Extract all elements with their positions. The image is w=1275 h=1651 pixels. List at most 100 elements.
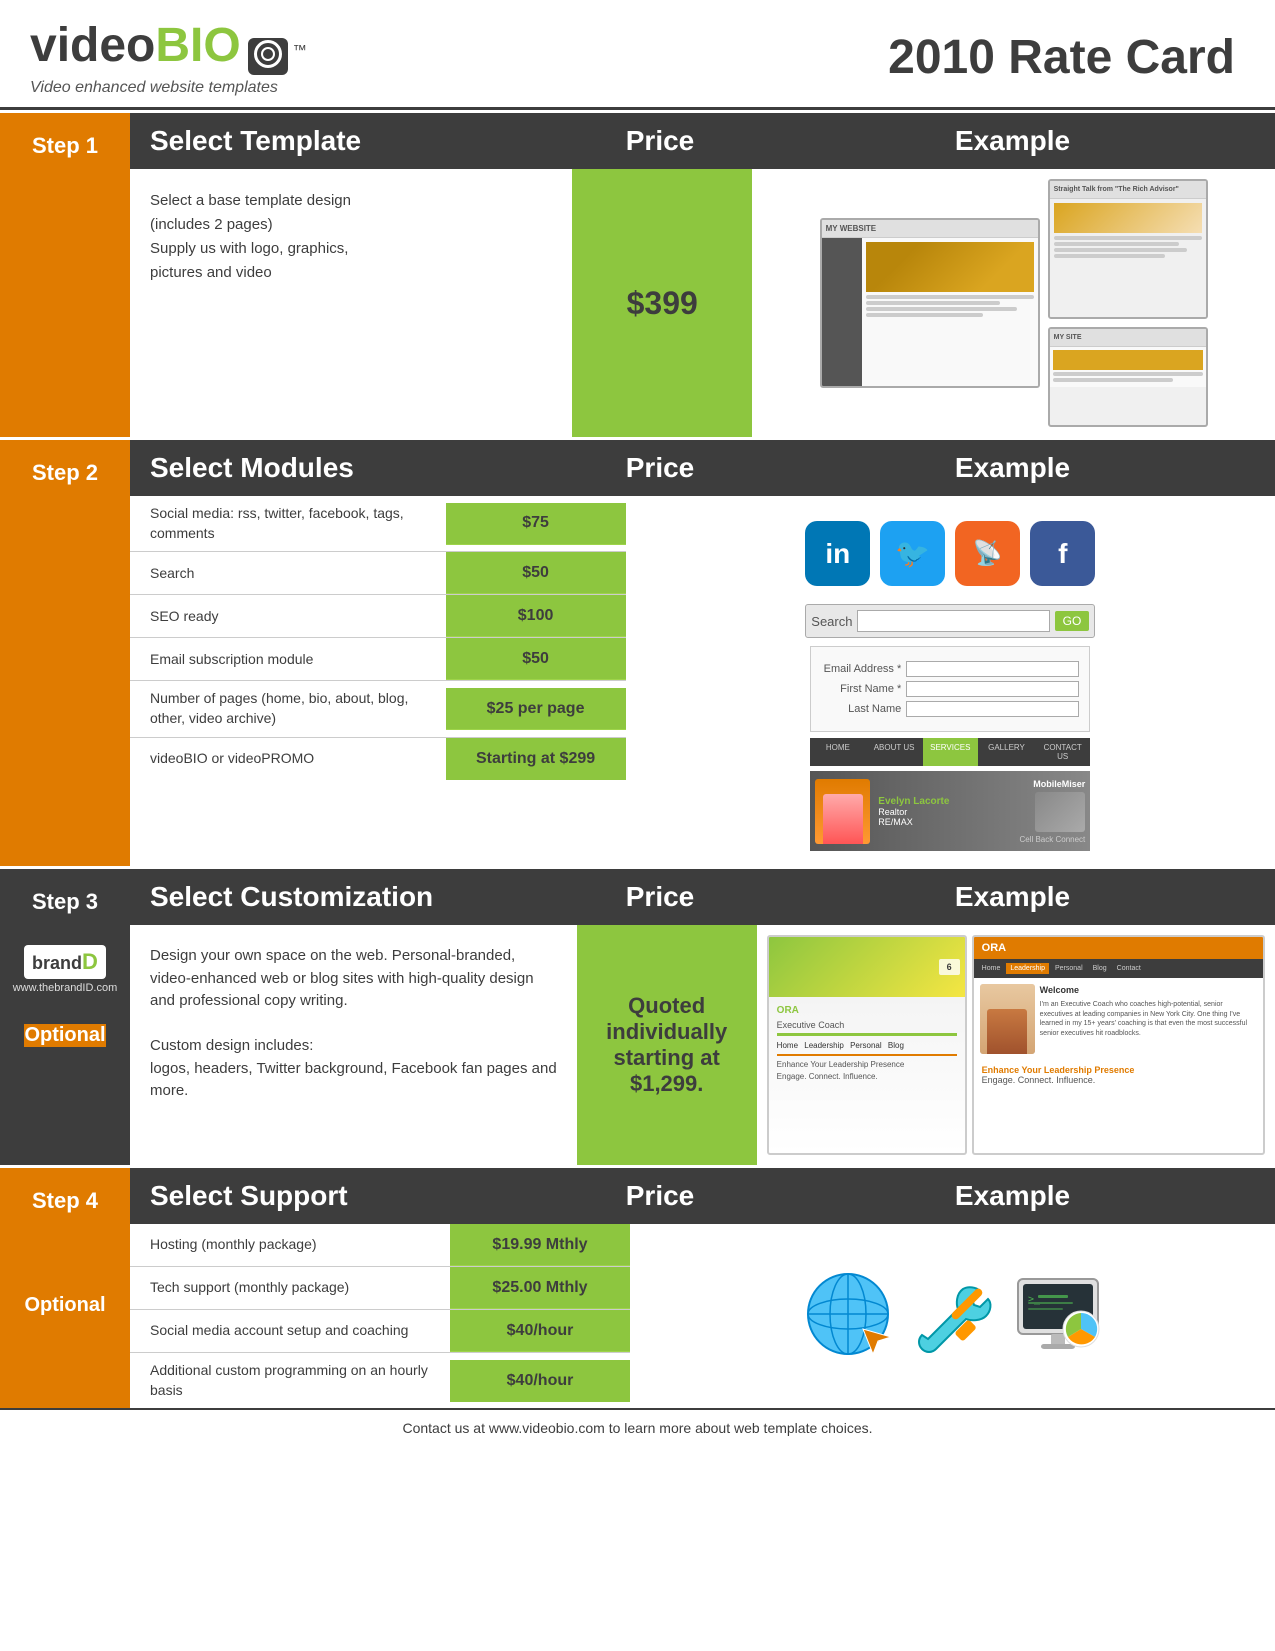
step4-row-1: Tech support (monthly package) $25.00 Mt… bbox=[130, 1267, 630, 1310]
mockup-line-2 bbox=[866, 301, 1000, 305]
mockup-header-bar: MY WEBSITE bbox=[822, 220, 1038, 238]
step2-label: Step 2 bbox=[32, 460, 98, 486]
support-icons-area: >_ bbox=[788, 1254, 1118, 1379]
person-company: RE/MAX bbox=[878, 817, 949, 827]
step2-label-col: Step 2 bbox=[0, 440, 130, 866]
mockup-s2-line-2 bbox=[1053, 378, 1173, 382]
cell-back-label: Cell Back Connect bbox=[1019, 835, 1085, 844]
step1-content-row: Select a base template design (includes … bbox=[130, 169, 1275, 437]
step4-label: Step 4 bbox=[32, 1188, 98, 1214]
step1-label: Step 1 bbox=[32, 133, 98, 159]
step3-optional: Optional bbox=[24, 1024, 105, 1047]
step2-price-3: $50 bbox=[446, 638, 626, 680]
step4-item-3: Additional custom programming on an hour… bbox=[130, 1353, 450, 1408]
coach-nav-contact: Contact bbox=[1113, 963, 1145, 974]
step4-label-col: Step 4 Optional bbox=[0, 1168, 130, 1408]
step2-price-0: $75 bbox=[446, 503, 626, 545]
coach-footer-text: Enhance Your Leadership PresenceEngage. … bbox=[974, 1060, 1263, 1090]
step3-price: Quoted individually starting at $1,299. bbox=[587, 993, 747, 1097]
person-photo bbox=[815, 779, 870, 844]
lastname-input bbox=[906, 701, 1079, 717]
ora-divider2 bbox=[777, 1054, 957, 1056]
coach-silhouette bbox=[980, 984, 1035, 1054]
step1-example-col: MY WEBSITE bbox=[752, 169, 1275, 437]
step2-main: Select Modules Price Example Social medi… bbox=[130, 440, 1275, 866]
step3-main: Select Customization Price Example Desig… bbox=[130, 869, 1275, 1165]
step3-example-col: 6 ORA Executive Coach Home Leadership Pe… bbox=[757, 925, 1275, 1165]
step2-price-2: $100 bbox=[446, 595, 626, 637]
step4-row-3: Additional custom programming on an hour… bbox=[130, 1353, 630, 1408]
step3-col-headers: Select Customization Price Example bbox=[130, 869, 1275, 925]
mockup-main-screen: MY WEBSITE bbox=[820, 218, 1040, 388]
nav-item-3: Personal bbox=[850, 1041, 882, 1050]
nav-item-2: Leadership bbox=[804, 1041, 844, 1050]
step2-row-3: Email subscription module $50 bbox=[130, 638, 626, 681]
step3-label-col: Step 3 brandD www.thebrandID.com Optiona… bbox=[0, 869, 130, 1165]
person-area: Evelyn Lacorte Realtor RE/MAX MobileMise… bbox=[815, 779, 1085, 844]
mockup-side-body-1 bbox=[1050, 199, 1206, 319]
step2-row-4: Number of pages (home, bio, about, blog,… bbox=[130, 681, 626, 737]
step4-col-headers: Select Support Price Example bbox=[130, 1168, 1275, 1224]
step3-label: Step 3 bbox=[32, 889, 98, 915]
step3-custom-includes-detail: logos, headers, Twitter background, Face… bbox=[150, 1058, 557, 1103]
step3-title: Select Customization bbox=[150, 881, 570, 913]
ora-nav: Home Leadership Personal Blog bbox=[777, 1040, 957, 1051]
page-header: videoBIO ™ Video enhanced website templa… bbox=[0, 0, 1275, 107]
mockup-side-img-1 bbox=[1054, 203, 1202, 233]
rss-symbol: 📡 bbox=[973, 539, 1003, 568]
linkedin-label: in bbox=[825, 538, 850, 570]
step2-item-3: Email subscription module bbox=[130, 642, 446, 678]
coach-nav-home: Home bbox=[978, 963, 1005, 974]
step4-items-col: Hosting (monthly package) $19.99 Mthly T… bbox=[130, 1224, 630, 1408]
step2-price-header: Price bbox=[570, 452, 750, 484]
step3-example-header: Example bbox=[750, 881, 1275, 913]
step1-desc: Select a base template design (includes … bbox=[130, 169, 572, 437]
step3-price-header: Price bbox=[570, 881, 750, 913]
mockup-line-1 bbox=[866, 295, 1034, 299]
mockup-side-line-3 bbox=[1054, 248, 1187, 252]
step4-item-1: Tech support (monthly package) bbox=[130, 1270, 450, 1306]
step1-price: $399 bbox=[627, 285, 698, 322]
step3-description: Design your own space on the web. Person… bbox=[150, 945, 557, 1013]
step2-price-5: Starting at $299 bbox=[446, 738, 626, 780]
page-footer: Contact us at www.videobio.com to learn … bbox=[0, 1408, 1275, 1446]
email-addr-input bbox=[906, 661, 1079, 677]
step4-price-3: $40/hour bbox=[450, 1360, 630, 1402]
flower-site-number: 6 bbox=[939, 959, 960, 975]
mockup-side-line-2 bbox=[1054, 242, 1180, 246]
facebook-label: f bbox=[1058, 538, 1067, 570]
mockup-side-body-2 bbox=[1050, 347, 1206, 387]
nav-home: HOME bbox=[810, 738, 865, 766]
ora-title: Executive Coach bbox=[777, 1020, 957, 1030]
brand-logo-box: brandD bbox=[24, 945, 106, 979]
step4-price-0: $19.99 Mthly bbox=[450, 1224, 630, 1266]
step1-col-headers: Select Template Price Example bbox=[130, 113, 1275, 169]
step2-example-container: in 🐦 📡 f Search GO bbox=[626, 496, 1275, 866]
search-input-mockup bbox=[857, 610, 1049, 632]
flower-body: ORA Executive Coach Home Leadership Pers… bbox=[769, 997, 965, 1090]
step3-content-row: Design your own space on the web. Person… bbox=[130, 925, 1275, 1165]
step1-line2: (includes 2 pages) bbox=[150, 216, 273, 233]
facebook-icon: f bbox=[1030, 521, 1095, 586]
step3-desc: Design your own space on the web. Person… bbox=[130, 925, 577, 1165]
camera-eye bbox=[254, 40, 282, 68]
step4-content-row: Hosting (monthly package) $19.99 Mthly T… bbox=[130, 1224, 1275, 1408]
step2-example-header: Example bbox=[750, 452, 1275, 484]
mockup-line-3 bbox=[866, 307, 1017, 311]
coach-nav-leadership: Leadership bbox=[1006, 963, 1049, 974]
brand-name-text: brand bbox=[32, 953, 82, 973]
rate-card-title: 2010 Rate Card bbox=[888, 30, 1235, 85]
social-icons-area: in 🐦 📡 f bbox=[795, 511, 1105, 596]
step4-item-0: Hosting (monthly package) bbox=[130, 1227, 450, 1263]
step1-desc-text: Select a base template design (includes … bbox=[150, 189, 552, 285]
globe-svg bbox=[803, 1269, 893, 1359]
brand-url: www.thebrandID.com bbox=[13, 982, 118, 994]
trademark-symbol: ™ bbox=[293, 42, 307, 58]
step2-price-1: $50 bbox=[446, 552, 626, 594]
coach-text-content: Welcome I'm an Executive Coach who coach… bbox=[1040, 984, 1257, 1054]
step4-row-2: Social media account setup and coaching … bbox=[130, 1310, 630, 1353]
step2-row-5: videoBIO or videoPROMO Starting at $299 bbox=[130, 738, 626, 780]
email-form-mockup: Email Address * First Name * Last Name bbox=[810, 646, 1090, 732]
step1-line3: Supply us with logo, graphics, bbox=[150, 240, 348, 257]
email-addr-label: Email Address * bbox=[821, 663, 901, 675]
